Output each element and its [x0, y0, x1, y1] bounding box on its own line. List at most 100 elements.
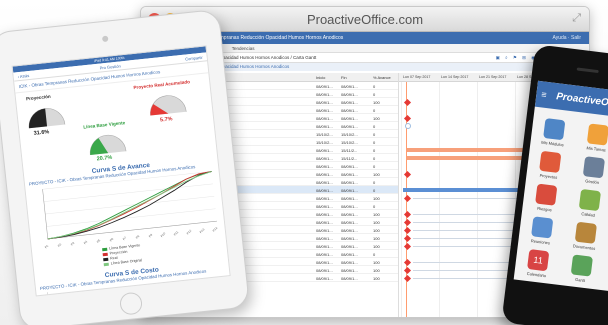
task-start: 08/09/1...	[316, 172, 333, 177]
task-progress: 100	[373, 260, 380, 265]
task-end: 08/09/1...	[341, 236, 358, 241]
app-tile-6[interactable]	[531, 216, 554, 239]
task-progress: 100	[373, 220, 380, 225]
task-progress: 0	[373, 164, 376, 169]
task-start: 08/09/1...	[316, 204, 333, 209]
phone-speaker	[576, 67, 599, 74]
task-start: 08/09/1...	[316, 276, 333, 281]
app-tile-label: Calendario	[526, 270, 547, 279]
x-tick-label: P7	[122, 235, 128, 241]
app-tile-9[interactable]	[570, 254, 593, 277]
milestone-marker[interactable]	[403, 170, 412, 178]
col-progress-header[interactable]: % Avance	[373, 75, 391, 80]
milestone-pending[interactable]	[405, 123, 411, 129]
task-progress: 0	[373, 156, 376, 161]
task-progress: 100	[373, 100, 380, 105]
milestone-marker[interactable]	[403, 234, 412, 242]
col-end-header[interactable]: Fin	[341, 75, 347, 80]
task-end: 08/09/1...	[341, 92, 358, 97]
milestone-marker[interactable]	[403, 242, 412, 250]
timeline-gridline	[477, 82, 478, 317]
task-start: 08/09/1...	[316, 228, 333, 233]
task-progress: 100	[373, 268, 380, 273]
milestone-marker[interactable]	[403, 226, 412, 234]
app-tile-label: Riesgos	[536, 205, 552, 213]
milestone-marker[interactable]	[403, 210, 412, 218]
fullscreen-icon[interactable]: ⤢	[572, 12, 581, 25]
task-start: 15/10/2...	[316, 132, 333, 137]
x-tick-label: P10	[160, 231, 167, 238]
task-start: 08/09/1...	[316, 236, 333, 241]
task-end: 15/10/2...	[341, 140, 358, 145]
milestone-marker[interactable]	[403, 114, 412, 122]
legend-label: Proyección	[109, 249, 128, 256]
task-start: 08/09/1...	[316, 180, 333, 185]
x-tick-label: P3	[70, 241, 76, 247]
task-start: 08/09/1...	[316, 260, 333, 265]
app-tile-7[interactable]	[574, 221, 598, 244]
tablet-camera	[101, 35, 109, 43]
back-button[interactable]: ‹ Atrás	[17, 71, 29, 81]
milestone-marker[interactable]	[403, 218, 412, 226]
app-tile-4[interactable]	[535, 183, 558, 206]
x-tick-label: P4	[83, 239, 89, 245]
app-tile-2[interactable]	[539, 150, 562, 174]
phone-header: ≡ ProactiveOffice	[534, 80, 608, 119]
task-start: 08/09/1...	[316, 116, 333, 121]
task-progress: 0	[373, 148, 376, 153]
timeline-label: Lun 21 Sep 2017	[479, 75, 507, 79]
task-progress: 100	[373, 212, 380, 217]
app-tile-label: Gantt	[574, 276, 586, 283]
timeline-label: Lun 07 Sep 2017	[403, 75, 431, 79]
app-tile-8[interactable]: 11	[527, 249, 550, 272]
scene: ProactiveOffice.com ⤢ ProactiveOffice · …	[0, 0, 608, 325]
task-progress: 100	[373, 276, 380, 281]
menu-icon[interactable]: ≡	[541, 89, 547, 100]
task-end: 08/09/1...	[341, 100, 358, 105]
gauge-label-projection: Proyección	[25, 93, 51, 102]
task-start: 08/09/1...	[316, 212, 333, 217]
task-progress: 0	[373, 92, 376, 97]
milestone-marker[interactable]	[403, 98, 412, 106]
task-progress: 0	[373, 180, 376, 185]
gauge-projection	[28, 108, 66, 129]
col-start-header[interactable]: Inicio	[316, 75, 325, 80]
legend-swatch	[103, 262, 109, 266]
task-progress: 100	[373, 228, 380, 233]
legend-swatch	[102, 252, 108, 256]
x-tick-label: P12	[186, 229, 193, 236]
task-start: 08/09/1...	[316, 108, 333, 113]
task-end: 08/09/1...	[341, 180, 358, 185]
app-tile-1[interactable]	[586, 123, 608, 146]
app-bar-links[interactable]: Ayuda · Salir	[552, 32, 581, 44]
app-tile-0[interactable]	[543, 117, 566, 141]
milestone-marker[interactable]	[403, 258, 412, 266]
task-start: 08/09/1...	[316, 188, 333, 193]
task-start: 08/09/1...	[316, 156, 333, 161]
nav-item-3[interactable]: Tendencias	[232, 46, 255, 51]
x-tick-label: P11	[173, 230, 180, 237]
task-end: 08/09/1...	[341, 228, 358, 233]
task-progress: 100	[373, 116, 380, 121]
milestone-marker[interactable]	[403, 274, 412, 282]
task-end: 08/09/1...	[341, 212, 358, 217]
task-end: 08/09/1...	[341, 124, 358, 129]
task-end: 08/09/1...	[341, 244, 358, 249]
timeline-gridline	[401, 82, 402, 317]
tablet-home-button[interactable]	[118, 291, 144, 316]
task-end: 08/09/1...	[341, 196, 358, 201]
gauge-value-projection: 31.6%	[33, 129, 50, 137]
milestone-marker[interactable]	[403, 194, 412, 202]
task-progress: 100	[373, 196, 380, 201]
milestone-marker[interactable]	[403, 266, 412, 274]
share-button[interactable]: Compartir	[185, 53, 203, 64]
app-tile-5[interactable]	[578, 188, 602, 212]
x-tick-label: P13	[199, 227, 206, 234]
app-tile-label: Gestión	[584, 178, 600, 185]
task-progress: 100	[373, 244, 380, 249]
task-progress: 0	[373, 252, 376, 257]
app-tile-label: Proyectos	[539, 172, 558, 180]
app-tile-3[interactable]	[582, 156, 606, 179]
task-end: 15/11/2...	[341, 148, 358, 153]
app-tile-label: Reuniones	[530, 238, 551, 246]
